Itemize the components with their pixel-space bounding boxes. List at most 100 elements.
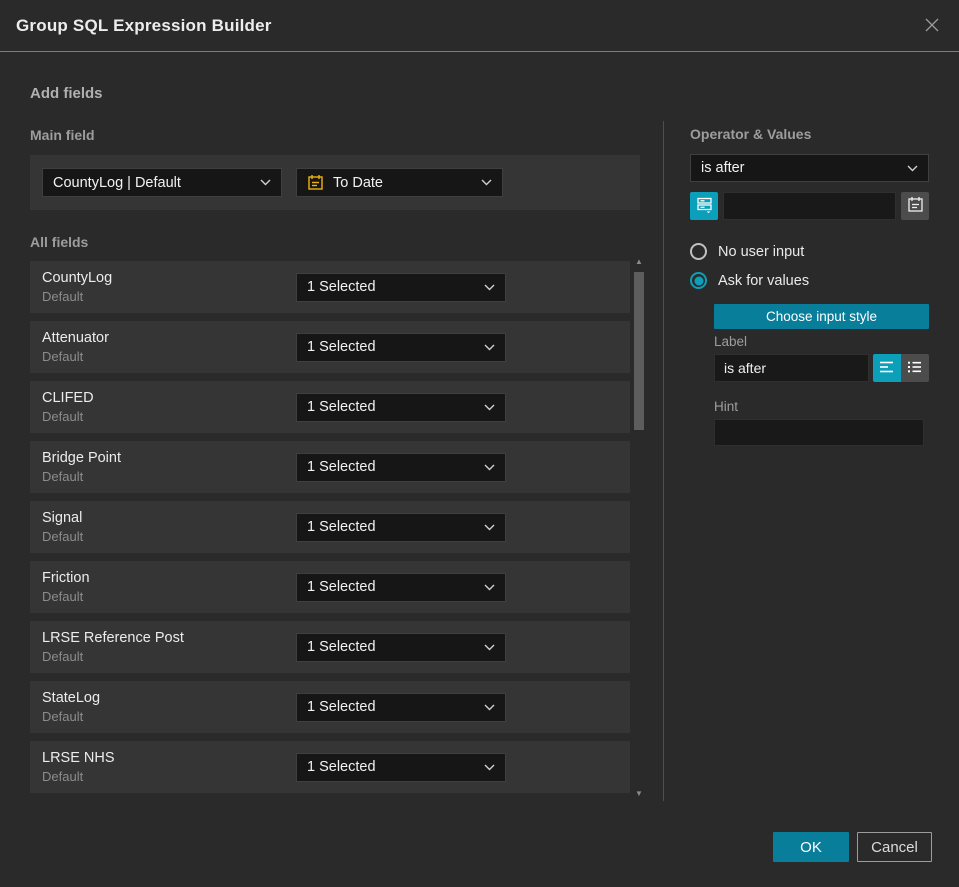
field-name: Attenuator [42,330,109,346]
bulleted-list-icon [907,360,923,377]
field-row: StateLog Default 1 Selected [30,681,630,733]
field-name: StateLog [42,690,101,706]
field-name: Friction [42,570,90,586]
field-subtitle: Default [42,589,84,604]
field-values-select[interactable]: 1 Selected [296,512,506,542]
field-subtitle: Default [42,469,84,484]
field-info: CLIFED Default [42,390,296,424]
all-fields-label: All fields [30,234,89,250]
titlebar: Group SQL Expression Builder [0,0,959,52]
field-row: LRSE Reference Post Default 1 Selected [30,621,630,673]
field-row: Bridge Point Default 1 Selected [30,441,630,493]
field-values-select-value: 1 Selected [307,459,376,475]
field-values-select[interactable]: 1 Selected [296,332,506,362]
chevron-down-icon [484,704,495,711]
field-values-select-value: 1 Selected [307,579,376,595]
label-input[interactable] [714,354,869,382]
scrollbar-thumb[interactable] [634,272,644,430]
field-info: LRSE NHS Default [42,750,296,784]
field-info: LRSE Reference Post Default [42,630,296,664]
field-values-select-value: 1 Selected [307,519,376,535]
date-type-select[interactable]: To Date [296,168,503,197]
field-row: Attenuator Default 1 Selected [30,321,630,373]
field-subtitle: Default [42,709,84,724]
field-subtitle: Default [42,529,84,544]
scrollbar[interactable]: ▲ ▼ [632,258,646,800]
label-input-row [714,354,929,382]
chevron-down-icon [484,644,495,651]
field-values-select[interactable]: 1 Selected [296,572,506,602]
hint-input[interactable] [714,419,924,446]
close-button[interactable] [919,13,945,39]
field-name: CLIFED [42,390,94,406]
set-values-button[interactable] [690,192,718,220]
list-style-button[interactable] [901,354,929,382]
radio-icon [690,272,707,289]
field-values-select[interactable]: 1 Selected [296,752,506,782]
align-left-style-button[interactable] [873,354,901,382]
cancel-button[interactable]: Cancel [857,832,932,862]
radio-no-user-input[interactable]: No user input [690,243,804,260]
date-picker-button[interactable] [901,192,929,220]
field-values-select[interactable]: 1 Selected [296,452,506,482]
field-subtitle: Default [42,349,84,364]
chevron-down-icon [484,584,495,591]
scrollbar-track[interactable] [634,268,644,790]
ok-button[interactable]: OK [773,832,849,862]
radio-icon [690,243,707,260]
date-type-select-value: To Date [333,174,383,191]
close-icon [923,16,941,37]
field-info: StateLog Default [42,690,296,724]
field-name: LRSE Reference Post [42,630,184,646]
dialog-footer: OK Cancel [773,832,932,862]
value-input[interactable] [723,192,896,220]
radio-ask-for-values[interactable]: Ask for values [690,272,809,289]
field-values-select-value: 1 Selected [307,399,376,415]
main-field-select[interactable]: CountyLog | Default [42,168,282,197]
radio-label: Ask for values [718,272,810,289]
vertical-divider [663,121,664,801]
field-info: Signal Default [42,510,296,544]
choose-input-style-button[interactable]: Choose input style [714,304,929,329]
field-subtitle: Default [42,289,84,304]
field-info: Friction Default [42,570,296,604]
input-style-toggle [873,354,929,382]
main-field-select-value: CountyLog | Default [53,174,181,191]
field-name: LRSE NHS [42,750,115,766]
label-field-label: Label [714,334,748,349]
field-row: CountyLog Default 1 Selected [30,261,630,313]
hint-field-label: Hint [714,399,739,414]
operator-values-heading: Operator & Values [690,126,812,142]
field-name: CountyLog [42,270,113,286]
radio-label: No user input [718,243,805,260]
scroll-down-icon[interactable]: ▼ [635,790,643,800]
field-row: CLIFED Default 1 Selected [30,381,630,433]
chevron-down-icon [907,165,918,172]
chevron-down-icon [260,179,271,186]
field-subtitle: Default [42,769,84,784]
field-subtitle: Default [42,409,84,424]
chevron-down-icon [484,464,495,471]
main-field-label: Main field [30,127,95,143]
align-left-icon [879,360,895,377]
field-values-select-value: 1 Selected [307,279,376,295]
chevron-down-icon [484,404,495,411]
field-values-select[interactable]: 1 Selected [296,272,506,302]
field-values-select-value: 1 Selected [307,759,376,775]
chevron-down-icon [484,284,495,291]
add-fields-heading: Add fields [30,85,103,102]
field-name: Signal [42,510,83,526]
field-subtitle: Default [42,649,84,664]
chevron-down-icon [481,179,492,186]
operator-select[interactable]: is after [690,154,929,182]
field-values-select-value: 1 Selected [307,639,376,655]
field-name: Bridge Point [42,450,121,466]
scroll-up-icon[interactable]: ▲ [635,258,643,268]
field-values-select[interactable]: 1 Selected [296,632,506,662]
field-values-select[interactable]: 1 Selected [296,392,506,422]
field-info: Bridge Point Default [42,450,296,484]
operator-select-value: is after [701,160,745,176]
field-values-select[interactable]: 1 Selected [296,692,506,722]
field-info: CountyLog Default [42,270,296,304]
chevron-down-icon [484,344,495,351]
